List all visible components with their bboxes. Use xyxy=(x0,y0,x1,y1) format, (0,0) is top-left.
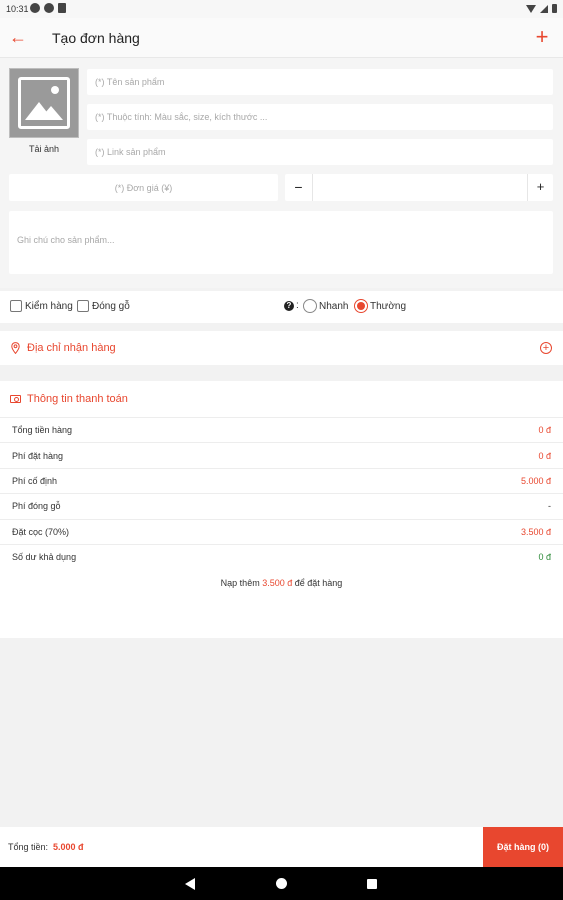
delivery-address-row[interactable]: Địa chỉ nhận hàng + xyxy=(0,331,563,365)
inspect-checkbox[interactable] xyxy=(10,300,22,312)
add-address-icon[interactable]: + xyxy=(540,342,552,354)
status-time: 10:31 xyxy=(6,4,29,14)
order-options: Kiểm hàng Đóng gỗ ? : Nhanh Thường xyxy=(0,291,563,323)
inspect-label: Kiểm hàng xyxy=(25,301,73,312)
payment-row-label: Phí đặt hàng xyxy=(12,450,64,461)
product-name-field[interactable] xyxy=(87,69,553,95)
total-label: Tổng tiền: xyxy=(8,842,49,852)
product-form: Tải ảnh − + xyxy=(0,58,563,288)
cash-icon xyxy=(10,395,21,403)
shipping-fast-label: Nhanh xyxy=(319,301,349,312)
shipping-normal-label: Thường xyxy=(370,301,407,312)
nav-back-icon[interactable] xyxy=(185,878,195,890)
location-pin-icon xyxy=(11,342,20,354)
product-link-field[interactable] xyxy=(87,139,553,165)
total-value: 5.000 đ xyxy=(53,842,84,852)
topup-prefix: Nạp thêm xyxy=(220,578,260,588)
add-product-button[interactable]: + xyxy=(531,26,553,48)
quantity-stepper: − + xyxy=(285,174,553,201)
app-bar: ← Tạo đơn hàng + xyxy=(0,18,563,58)
payment-row-value: 0 đ xyxy=(538,450,551,461)
payment-row-label: Số dư khả dụng xyxy=(12,552,77,563)
topup-amount: 3.500 đ xyxy=(262,578,293,588)
system-icons xyxy=(526,4,557,13)
payment-row-label: Phí đóng gỗ xyxy=(12,501,61,512)
product-note-field[interactable] xyxy=(9,211,553,274)
payment-header-label: Thông tin thanh toán xyxy=(27,393,128,405)
wood-crate-label: Đóng gỗ xyxy=(92,301,130,312)
battery-icon xyxy=(552,4,557,13)
product-name-input[interactable] xyxy=(95,77,553,87)
place-order-button[interactable]: Đặt hàng (0) xyxy=(483,827,563,867)
payment-row: Đặt cọc (70%) 3.500 đ xyxy=(0,518,563,544)
notification-icon xyxy=(44,3,54,13)
quantity-increase-button[interactable]: + xyxy=(527,174,553,201)
upload-image-button[interactable] xyxy=(9,68,79,138)
shipping-fast-radio[interactable] xyxy=(303,299,317,313)
payment-row-value: 5.000 đ xyxy=(520,475,551,486)
payment-row: Tổng tiền hàng 0 đ xyxy=(0,417,563,442)
product-link-input[interactable] xyxy=(95,147,553,157)
payment-row-value: 0 đ xyxy=(538,425,551,436)
notification-icons xyxy=(30,3,66,13)
wifi-icon xyxy=(526,4,536,13)
payment-header: Thông tin thanh toán xyxy=(10,393,128,405)
page-title: Tạo đơn hàng xyxy=(52,30,140,46)
quantity-decrease-button[interactable]: − xyxy=(285,174,313,201)
payment-row: Phí đặt hàng 0 đ xyxy=(0,442,563,467)
payment-info: Thông tin thanh toán Tổng tiền hàng 0 đ Ph… xyxy=(0,381,563,638)
topup-notice: Nạp thêm 3.500 đ để đặt hàng xyxy=(0,578,563,588)
image-placeholder-icon xyxy=(18,77,70,129)
back-arrow-icon[interactable]: ← xyxy=(8,27,28,47)
payment-rows: Tổng tiền hàng 0 đ Phí đặt hàng 0 đ Phí cố đ… xyxy=(0,417,563,569)
product-attributes-field[interactable] xyxy=(87,104,553,130)
wood-crate-checkbox[interactable] xyxy=(77,300,89,312)
payment-row-label: Đặt cọc (70%) xyxy=(12,526,70,537)
delivery-address-label: Địa chỉ nhận hàng xyxy=(27,342,116,354)
nav-recents-icon[interactable] xyxy=(367,879,377,889)
payment-row-label: Phí cố định xyxy=(12,475,58,486)
payment-row: Phí đóng gỗ - xyxy=(0,493,563,518)
payment-row: Phí cố định 5.000 đ xyxy=(0,467,563,493)
signal-icon xyxy=(540,4,548,13)
notification-icon xyxy=(30,3,40,13)
payment-row-value: 3.500 đ xyxy=(520,526,551,537)
order-bottom-bar: Tổng tiền: 5.000 đ Đặt hàng (0) xyxy=(0,827,563,867)
quantity-input[interactable] xyxy=(315,174,525,201)
product-note-input[interactable] xyxy=(17,235,553,245)
unit-price-field[interactable] xyxy=(9,174,278,201)
payment-row: Số dư khả dụng 0 đ xyxy=(0,543,563,569)
product-attributes-input[interactable] xyxy=(95,112,553,122)
help-icon[interactable]: ? xyxy=(284,301,294,311)
shipping-normal-radio[interactable] xyxy=(354,299,368,313)
system-nav-bar xyxy=(0,867,563,900)
nav-home-icon[interactable] xyxy=(276,878,287,889)
unit-price-input[interactable] xyxy=(9,182,278,193)
topup-suffix: để đặt hàng xyxy=(294,578,343,588)
status-bar: 10:31 xyxy=(0,0,563,18)
upload-image-label: Tải ảnh xyxy=(28,144,60,154)
payment-row-value: - xyxy=(548,501,551,512)
payment-row-label: Tổng tiền hàng xyxy=(12,425,73,436)
payment-row-value: 0 đ xyxy=(538,552,551,563)
sd-card-icon xyxy=(58,3,66,13)
